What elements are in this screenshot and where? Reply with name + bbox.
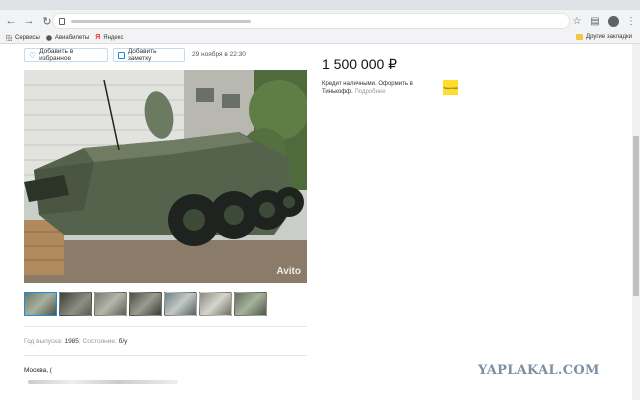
- state-label: Состояние:: [82, 338, 117, 345]
- apps-icon: [6, 34, 12, 41]
- browser-toolbar: ← → ↻ ☆ ▤ ⋮: [0, 10, 640, 32]
- thumbnail[interactable]: [129, 292, 162, 316]
- thumbnail[interactable]: [199, 292, 232, 316]
- main-photo[interactable]: Avito: [24, 70, 307, 283]
- avito-watermark: Avito: [276, 266, 301, 277]
- site-watermark: YAPLAKAL.COM: [478, 363, 600, 378]
- bookmark-label: Яндекс: [103, 34, 124, 41]
- bookmark-other[interactable]: Другие закладки: [576, 34, 632, 40]
- divider: [24, 355, 307, 356]
- thumbnail[interactable]: [164, 292, 197, 316]
- note-label: Добавить заметку: [127, 48, 157, 62]
- listing-page: ♡ Добавить в избранное Добавить заметку …: [0, 44, 632, 400]
- thumbnail[interactable]: [94, 292, 127, 316]
- year-label: Год выпуска:: [24, 338, 63, 345]
- star-icon[interactable]: ☆: [568, 12, 586, 30]
- page-scrollbar[interactable]: [632, 44, 640, 400]
- bookmark-label: Другие закладки: [586, 34, 632, 40]
- thumbnail[interactable]: [234, 292, 267, 316]
- bookmark-flights[interactable]: Авиабилеты: [46, 35, 89, 41]
- credit-offer: Кредит наличными. Оформить в Тинькофф. П…: [322, 80, 432, 96]
- yandex-icon: Я: [95, 34, 101, 41]
- url-text: [71, 19, 251, 23]
- bookmark-label: Сервисы: [15, 34, 40, 41]
- profile-icon[interactable]: [604, 12, 622, 30]
- divider: [24, 326, 307, 327]
- listing-date: 29 ноября в 22:30: [192, 51, 246, 58]
- vehicle-params: Год выпуска: 1985; Состояние: б/у: [24, 338, 128, 345]
- globe-icon: [46, 34, 52, 41]
- thumbnail[interactable]: [24, 292, 57, 316]
- listing-city: Москва, (: [24, 367, 52, 374]
- lock-icon: [59, 17, 65, 25]
- extension-icon[interactable]: ▤: [586, 12, 604, 30]
- heart-icon: ♡: [29, 50, 37, 60]
- thumbnail[interactable]: [59, 292, 92, 316]
- note-icon: [118, 51, 125, 59]
- back-icon[interactable]: ←: [4, 14, 18, 28]
- credit-more-link[interactable]: Подробнее: [354, 89, 385, 95]
- menu-icon[interactable]: ⋮: [622, 12, 640, 30]
- state-value: б/у: [118, 338, 128, 345]
- add-to-favorites-button[interactable]: ♡ Добавить в избранное: [24, 48, 108, 62]
- thumbnail-strip: [24, 292, 267, 316]
- favorite-label: Добавить в избранное: [39, 48, 74, 62]
- bookmark-services[interactable]: Сервисы: [6, 34, 40, 41]
- folder-icon: [576, 34, 584, 40]
- scroll-thumb[interactable]: [633, 136, 639, 296]
- year-value: 1985: [64, 338, 79, 345]
- bookmark-label: Авиабилеты: [54, 34, 90, 41]
- bookmark-yandex[interactable]: Я Яндекс: [95, 34, 123, 41]
- vehicle-photo: [24, 70, 307, 283]
- forward-icon[interactable]: →: [22, 14, 36, 28]
- listing-price: 1 500 000 ₽: [322, 56, 398, 72]
- address-text: [28, 380, 178, 384]
- address-bar[interactable]: [52, 13, 570, 29]
- tinkoff-logo[interactable]: Тинькофф: [443, 80, 458, 95]
- add-note-button[interactable]: Добавить заметку: [113, 48, 185, 62]
- tab-strip: [0, 0, 640, 10]
- bookmarks-bar: Сервисы Авиабилеты Я Яндекс Другие закла…: [0, 32, 640, 44]
